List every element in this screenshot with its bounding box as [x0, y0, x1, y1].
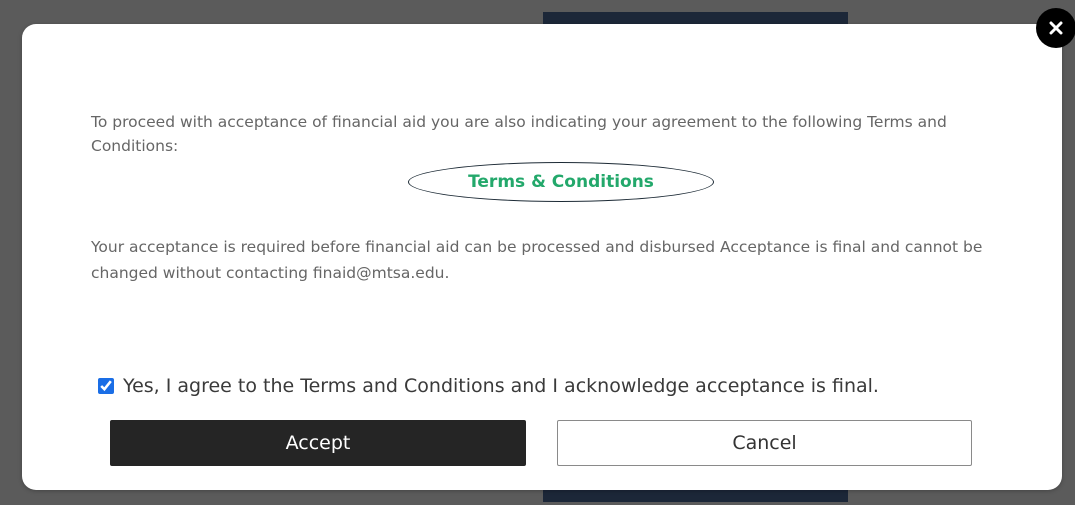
- close-icon: [1049, 21, 1063, 35]
- agree-checkbox-row: Yes, I agree to the Terms and Conditions…: [98, 372, 879, 400]
- intro-text: To proceed with acceptance of financial …: [91, 113, 947, 155]
- close-button[interactable]: [1036, 8, 1075, 48]
- background-panel-bottom: [543, 488, 848, 502]
- acceptance-notice: Your acceptance is required before finan…: [91, 238, 983, 282]
- agree-checkbox[interactable]: [98, 378, 114, 394]
- accept-button[interactable]: Accept: [110, 420, 526, 466]
- cancel-button[interactable]: Cancel: [557, 420, 972, 466]
- terms-conditions-link[interactable]: Terms & Conditions: [468, 172, 654, 192]
- agree-checkbox-label[interactable]: Yes, I agree to the Terms and Conditions…: [123, 375, 879, 397]
- terms-link-highlight: Terms & Conditions: [408, 162, 714, 202]
